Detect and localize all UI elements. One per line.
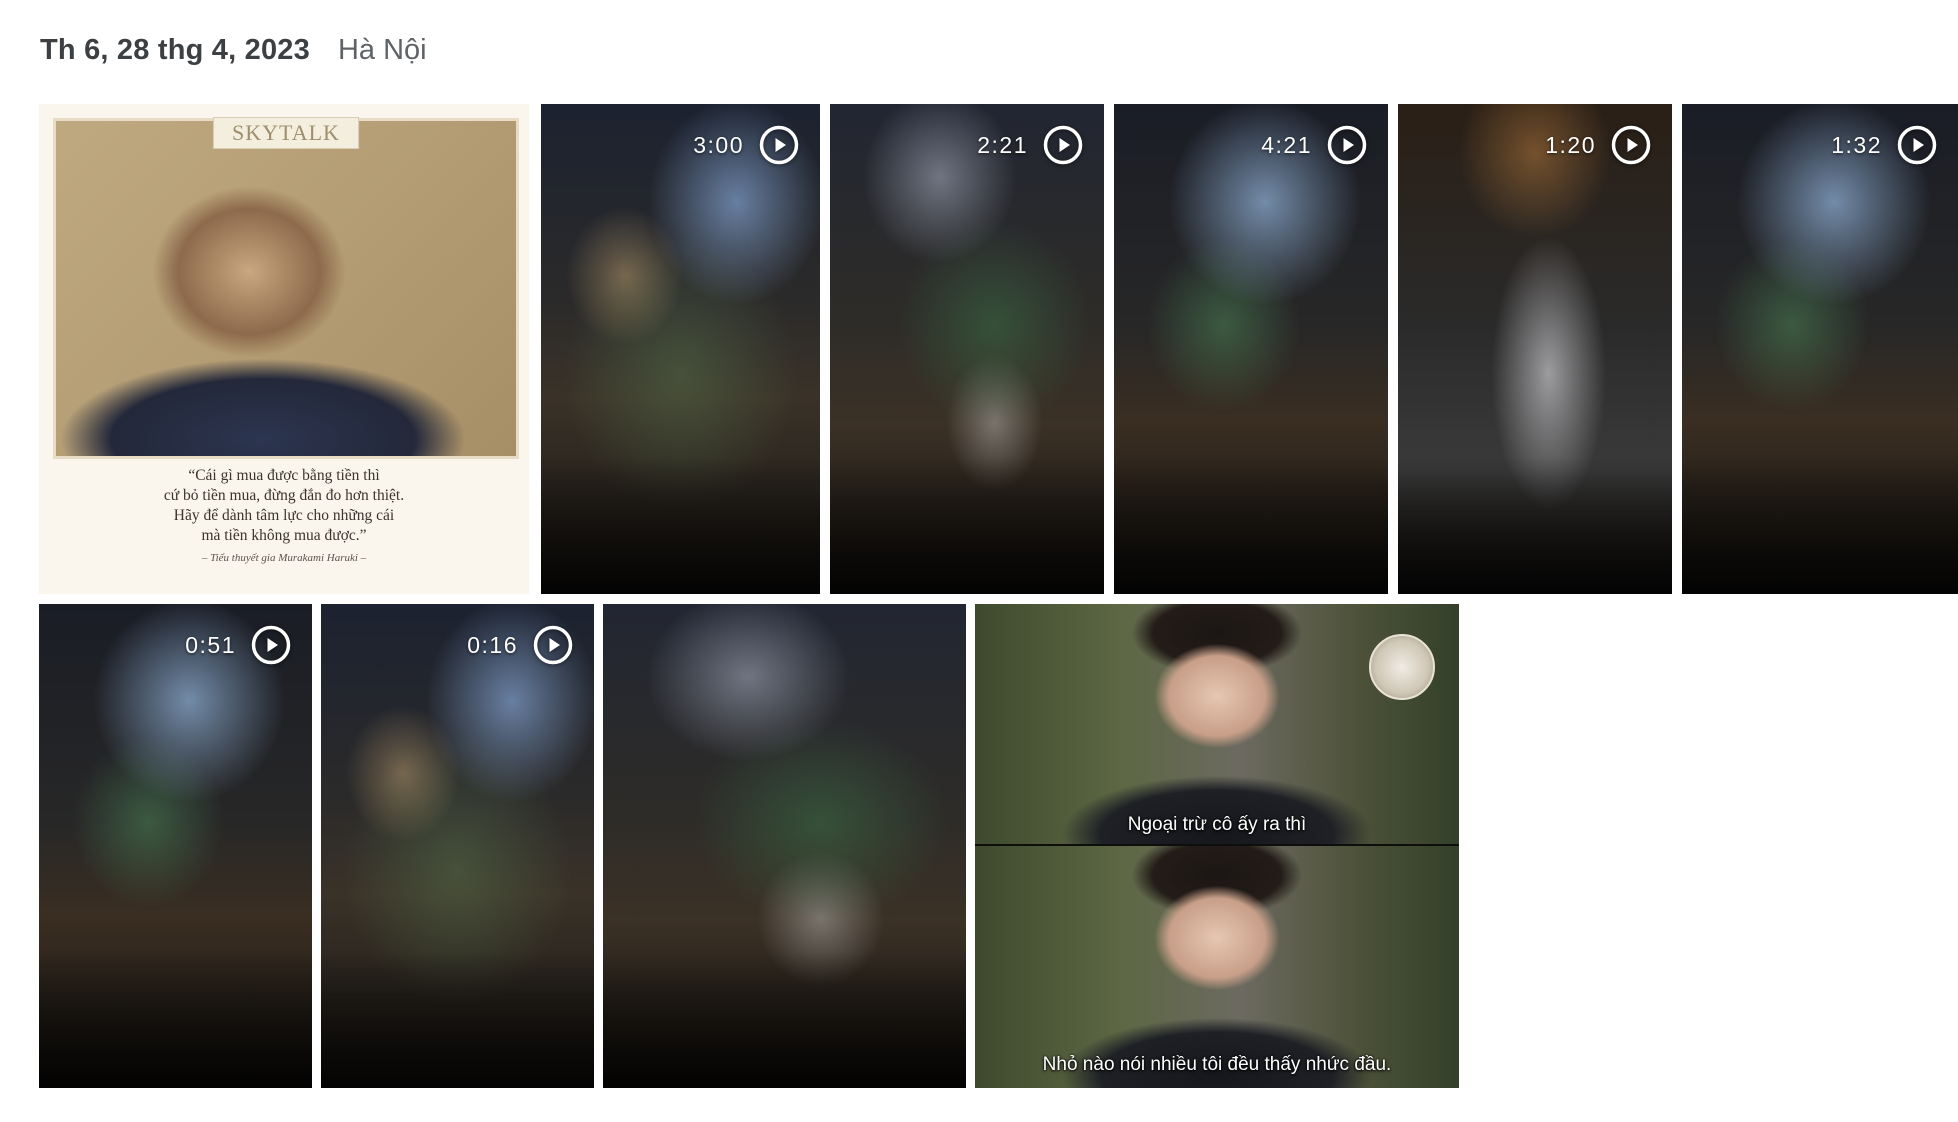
video-duration-badge: 4:21 xyxy=(1261,124,1368,166)
channel-logo-icon xyxy=(1369,634,1435,700)
subtitle-top: Ngoại trừ cô ấy ra thì xyxy=(1127,814,1307,835)
play-circle-icon xyxy=(1611,125,1651,165)
play-circle-icon xyxy=(251,625,291,665)
date-label: Th 6, 28 thg 4, 2023 xyxy=(40,33,310,66)
video-duration: 0:16 xyxy=(467,631,518,658)
quote-line: “Cái gì mua được bằng tiền thì xyxy=(188,467,380,484)
play-circle-icon xyxy=(759,125,799,165)
play-circle-icon xyxy=(1327,125,1367,165)
brand-tag: SKYTALK xyxy=(213,117,359,149)
quote-line: Hãy để dành tâm lực cho những cái xyxy=(173,507,395,524)
video-duration: 4:21 xyxy=(1261,131,1312,158)
video-tile[interactable]: 0:16 xyxy=(321,604,594,1088)
video-tile[interactable]: 2:21 xyxy=(830,104,1104,594)
quote-attribution: – Tiểu thuyết gia Murakami Haruki – xyxy=(201,552,367,564)
video-tile[interactable]: 1:32 xyxy=(1682,104,1958,594)
video-duration-badge: 1:32 xyxy=(1831,124,1938,166)
video-duration-badge: 2:21 xyxy=(977,124,1084,166)
location-link[interactable]: Hà Nội xyxy=(338,34,427,67)
video-duration-badge: 0:51 xyxy=(185,624,292,666)
video-duration: 1:32 xyxy=(1831,131,1882,158)
subtitle-bottom: Nhỏ nào nói nhiều tôi đều thấy nhức đầu. xyxy=(1042,1054,1392,1075)
video-duration: 2:21 xyxy=(977,131,1028,158)
video-tile[interactable]: 1:20 xyxy=(1398,104,1672,594)
play-circle-icon xyxy=(1897,125,1937,165)
photo-tile-drama-screenshot[interactable]: Ngoại trừ cô ấy ra thì Nhỏ nào nói nhiều… xyxy=(975,604,1459,1088)
quote-line: mà tiền không mua được.” xyxy=(201,527,367,544)
video-duration-badge: 3:00 xyxy=(693,124,800,166)
video-tile[interactable]: 0:51 xyxy=(39,604,312,1088)
video-tile[interactable]: 4:21 xyxy=(1114,104,1388,594)
video-tile[interactable]: 3:00 xyxy=(541,104,820,594)
video-duration: 0:51 xyxy=(185,631,236,658)
date-header: Th 6, 28 thg 4, 2023 Hà Nội xyxy=(40,30,427,70)
drama-frame-top: Ngoại trừ cô ấy ra thì xyxy=(975,604,1459,846)
play-circle-icon xyxy=(533,625,573,665)
video-duration-badge: 0:16 xyxy=(467,624,574,666)
photo-tile[interactable] xyxy=(603,604,966,1088)
video-duration-badge: 1:20 xyxy=(1545,124,1652,166)
play-circle-icon xyxy=(1043,125,1083,165)
video-duration: 3:00 xyxy=(693,131,744,158)
video-duration: 1:20 xyxy=(1545,131,1596,158)
photo-tile-skytalk-quote[interactable]: SKYTALK “Cái gì mua được bằng tiền thì c… xyxy=(39,104,529,594)
drama-frame-bottom: Nhỏ nào nói nhiều tôi đều thấy nhức đầu. xyxy=(975,844,1459,1088)
portrait-photo: SKYTALK xyxy=(53,117,519,459)
quote-text: “Cái gì mua được bằng tiền thì cứ bỏ tiề… xyxy=(69,466,499,546)
quote-line: cứ bỏ tiền mua, đừng đắn đo hơn thiệt. xyxy=(163,487,405,504)
